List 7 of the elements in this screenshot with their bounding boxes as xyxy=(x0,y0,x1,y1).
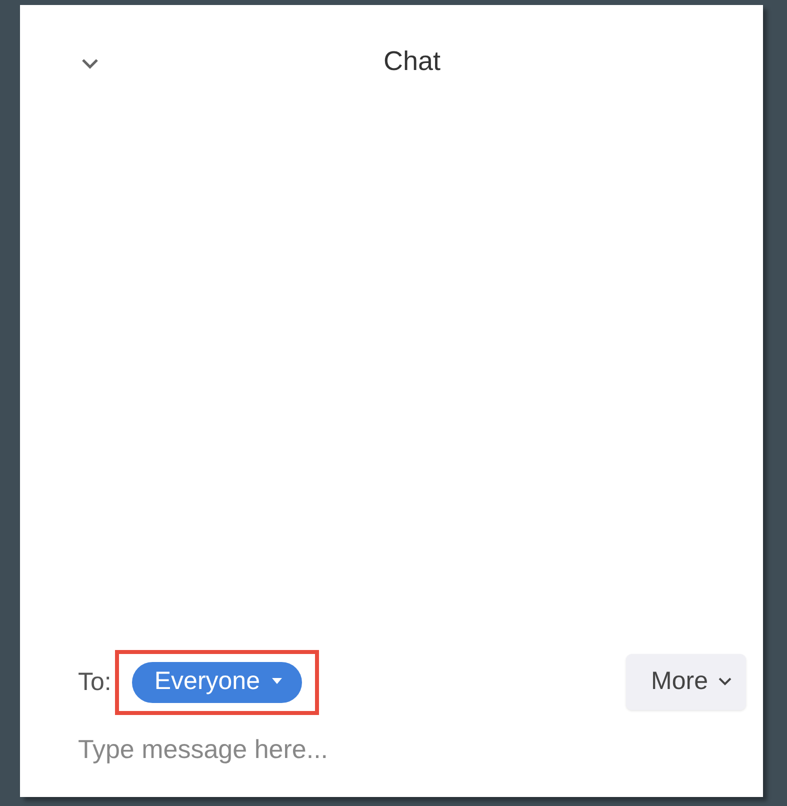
more-button[interactable]: More xyxy=(626,654,746,710)
chat-title: Chat xyxy=(383,46,441,78)
caret-icon xyxy=(272,678,282,684)
to-label: To: xyxy=(78,668,112,696)
recipient-dropdown[interactable]: Everyone xyxy=(132,662,302,702)
chevron-down-icon xyxy=(718,677,732,686)
chevron-down-icon[interactable] xyxy=(81,58,99,69)
